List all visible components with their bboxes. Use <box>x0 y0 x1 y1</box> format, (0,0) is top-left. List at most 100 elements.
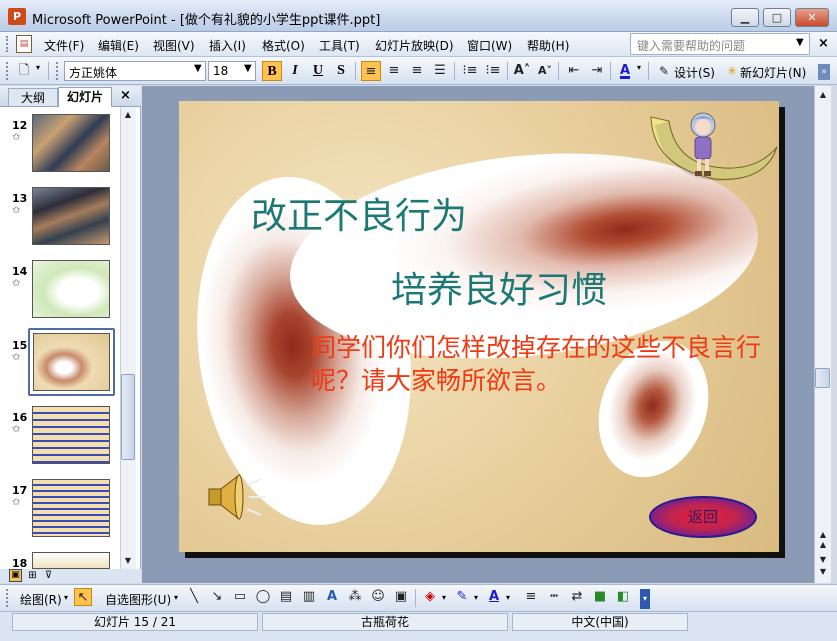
align-right-icon[interactable]: ≡ <box>407 61 427 81</box>
3d-style-icon[interactable]: ◧ <box>614 588 632 606</box>
powerpoint-app-icon[interactable]: P <box>8 8 26 25</box>
draw-dropdown-icon[interactable]: ▾ <box>64 593 68 602</box>
design-button[interactable]: 设计(S) <box>674 64 715 81</box>
menu-edit[interactable]: 编辑(E) <box>98 37 139 54</box>
menu-file[interactable]: 文件(F) <box>44 37 84 54</box>
document-icon[interactable]: ▤ <box>16 35 32 53</box>
line-color-dropdown-icon[interactable]: ▾ <box>474 593 478 602</box>
increase-font-size-icon[interactable]: A˄ <box>512 61 532 81</box>
fill-color-icon[interactable]: ◈ <box>421 588 439 606</box>
font-color-dropdown-icon[interactable]: ▾ <box>637 63 641 72</box>
textbox-tool-icon[interactable]: ▤ <box>277 588 295 606</box>
line-style-icon[interactable]: ≡ <box>522 588 540 606</box>
tab-slides[interactable]: 幻灯片 <box>58 87 112 107</box>
shadow-style-icon[interactable]: ■ <box>591 588 609 606</box>
select-pointer-icon[interactable]: ↖ <box>74 588 92 606</box>
menu-slideshow[interactable]: 幻灯片放映(D) <box>375 37 454 54</box>
toolbar-grip-icon[interactable] <box>6 589 9 607</box>
drawbar-options-icon[interactable]: ▾ <box>640 589 650 609</box>
bold-button[interactable]: B <box>262 61 282 81</box>
numbered-list-icon[interactable]: ⁝≡ <box>460 61 480 81</box>
underline-button[interactable]: U <box>308 61 328 81</box>
return-button[interactable]: 返回 <box>649 496 757 538</box>
oval-tool-icon[interactable]: ◯ <box>254 588 272 606</box>
font-color-button[interactable]: A <box>615 61 635 81</box>
slide-thumbnail-12[interactable] <box>32 114 110 172</box>
panel-scrollbar[interactable] <box>120 107 136 569</box>
new-slide-button[interactable]: 新幻灯片(N) <box>740 64 806 81</box>
font-name-select[interactable]: 方正姚体 <box>64 61 206 81</box>
slide-title-line1[interactable]: 改正不良行为 <box>251 187 467 239</box>
slide-thumbnail-18[interactable] <box>32 552 110 569</box>
draw-menu-button[interactable]: 绘图(R) <box>20 591 62 608</box>
decrease-indent-icon[interactable]: ⇤ <box>564 61 584 81</box>
line-tool-icon[interactable]: ╲ <box>185 588 203 606</box>
distribute-icon[interactable]: ☰ <box>430 61 450 81</box>
toolbar-grip-icon[interactable] <box>6 62 9 80</box>
scroll-down-arrow-icon[interactable]: ▲ <box>816 530 830 539</box>
menu-tools[interactable]: 工具(T) <box>319 37 360 54</box>
help-search-input[interactable]: 键入需要帮助的问题 <box>630 33 810 55</box>
draw-font-color-icon[interactable]: A <box>485 588 503 606</box>
scroll-down-arrow-icon[interactable]: ▼ <box>816 567 830 576</box>
bulleted-list-icon[interactable]: ⁝≡ <box>483 61 503 81</box>
close-window-button[interactable]: ✕ <box>795 8 829 27</box>
tab-outline[interactable]: 大纲 <box>8 88 58 106</box>
arrow-tool-icon[interactable]: ↘ <box>208 588 226 606</box>
diagram-tool-icon[interactable]: ⁂ <box>346 588 364 606</box>
increase-indent-icon[interactable]: ⇥ <box>587 61 607 81</box>
autoshapes-button[interactable]: 自选图形(U) <box>105 591 171 608</box>
text-shadow-button[interactable]: S <box>331 61 351 81</box>
slide-thumbnail-15[interactable] <box>33 333 110 391</box>
rectangle-tool-icon[interactable]: ▭ <box>231 588 249 606</box>
next-slide-icon[interactable]: ▼ <box>816 555 830 564</box>
font-name-dropdown-icon[interactable]: ▼ <box>194 63 202 74</box>
decrease-font-size-icon[interactable]: A˅ <box>535 61 555 81</box>
speaker-icon[interactable] <box>203 471 267 523</box>
scroll-up-arrow-icon[interactable]: ▲ <box>816 90 830 99</box>
main-scroll-thumb[interactable] <box>815 368 830 388</box>
clipart-tool-icon[interactable]: ☺ <box>369 588 387 606</box>
close-document-button[interactable]: × <box>818 36 829 51</box>
normal-view-icon[interactable]: ▣ <box>9 569 22 582</box>
current-slide[interactable]: 改正不良行为 培养良好习惯 同学们你们怎样改掉存在的这些不良言行呢？请大家畅所欲… <box>179 101 779 552</box>
scroll-up-arrow-icon[interactable]: ▲ <box>121 110 135 119</box>
autoshapes-dropdown-icon[interactable]: ▾ <box>174 593 178 602</box>
scroll-down-arrow-icon[interactable]: ▼ <box>121 556 135 565</box>
slide-body-text[interactable]: 同学们你们怎样改掉存在的这些不良言行呢？请大家畅所欲言。 <box>311 331 771 397</box>
new-dropdown-icon[interactable]: ▾ <box>36 63 40 72</box>
design-icon[interactable]: ✎ <box>654 61 674 81</box>
slide-sorter-view-icon[interactable]: ⊞ <box>26 569 39 582</box>
wordart-tool-icon[interactable]: A <box>323 588 341 606</box>
slide-thumbnail-14[interactable] <box>32 260 110 318</box>
align-left-icon[interactable]: ≡ <box>361 61 381 81</box>
new-slide-icon[interactable]: ✳ <box>722 61 742 81</box>
menu-window[interactable]: 窗口(W) <box>467 37 512 54</box>
previous-slide-icon[interactable]: ▲ <box>816 540 830 549</box>
slide-title-line2[interactable]: 培养良好习惯 <box>391 261 607 313</box>
maximize-button[interactable]: □ <box>763 8 791 27</box>
slide-thumbnail-16[interactable] <box>32 406 110 464</box>
toolbar-options-icon[interactable]: » <box>818 64 830 80</box>
help-dropdown-arrow-icon[interactable]: ▼ <box>796 37 804 48</box>
slide-thumbnail-13[interactable] <box>32 187 110 245</box>
vertical-textbox-tool-icon[interactable]: ▥ <box>300 588 318 606</box>
dash-style-icon[interactable]: ┅ <box>545 588 563 606</box>
menu-view[interactable]: 视图(V) <box>153 37 195 54</box>
panel-scroll-thumb[interactable] <box>121 374 135 460</box>
toolbar-grip-icon[interactable] <box>56 62 59 80</box>
menu-format[interactable]: 格式(O) <box>262 37 305 54</box>
fill-color-dropdown-icon[interactable]: ▾ <box>442 593 446 602</box>
main-scrollbar[interactable] <box>814 86 831 583</box>
toolbar-grip-icon[interactable] <box>6 36 9 52</box>
draw-font-color-dropdown-icon[interactable]: ▾ <box>506 593 510 602</box>
new-document-icon[interactable]: 🗋 <box>14 61 34 81</box>
menu-help[interactable]: 帮助(H) <box>527 37 569 54</box>
minimize-button[interactable]: ▁ <box>731 8 759 27</box>
menu-insert[interactable]: 插入(I) <box>209 37 246 54</box>
picture-tool-icon[interactable]: ▣ <box>392 588 410 606</box>
slide-thumbnail-17[interactable] <box>32 479 110 537</box>
align-center-icon[interactable]: ≡ <box>384 61 404 81</box>
slideshow-view-icon[interactable]: ⊽ <box>42 569 55 582</box>
arrow-style-icon[interactable]: ⇄ <box>568 588 586 606</box>
